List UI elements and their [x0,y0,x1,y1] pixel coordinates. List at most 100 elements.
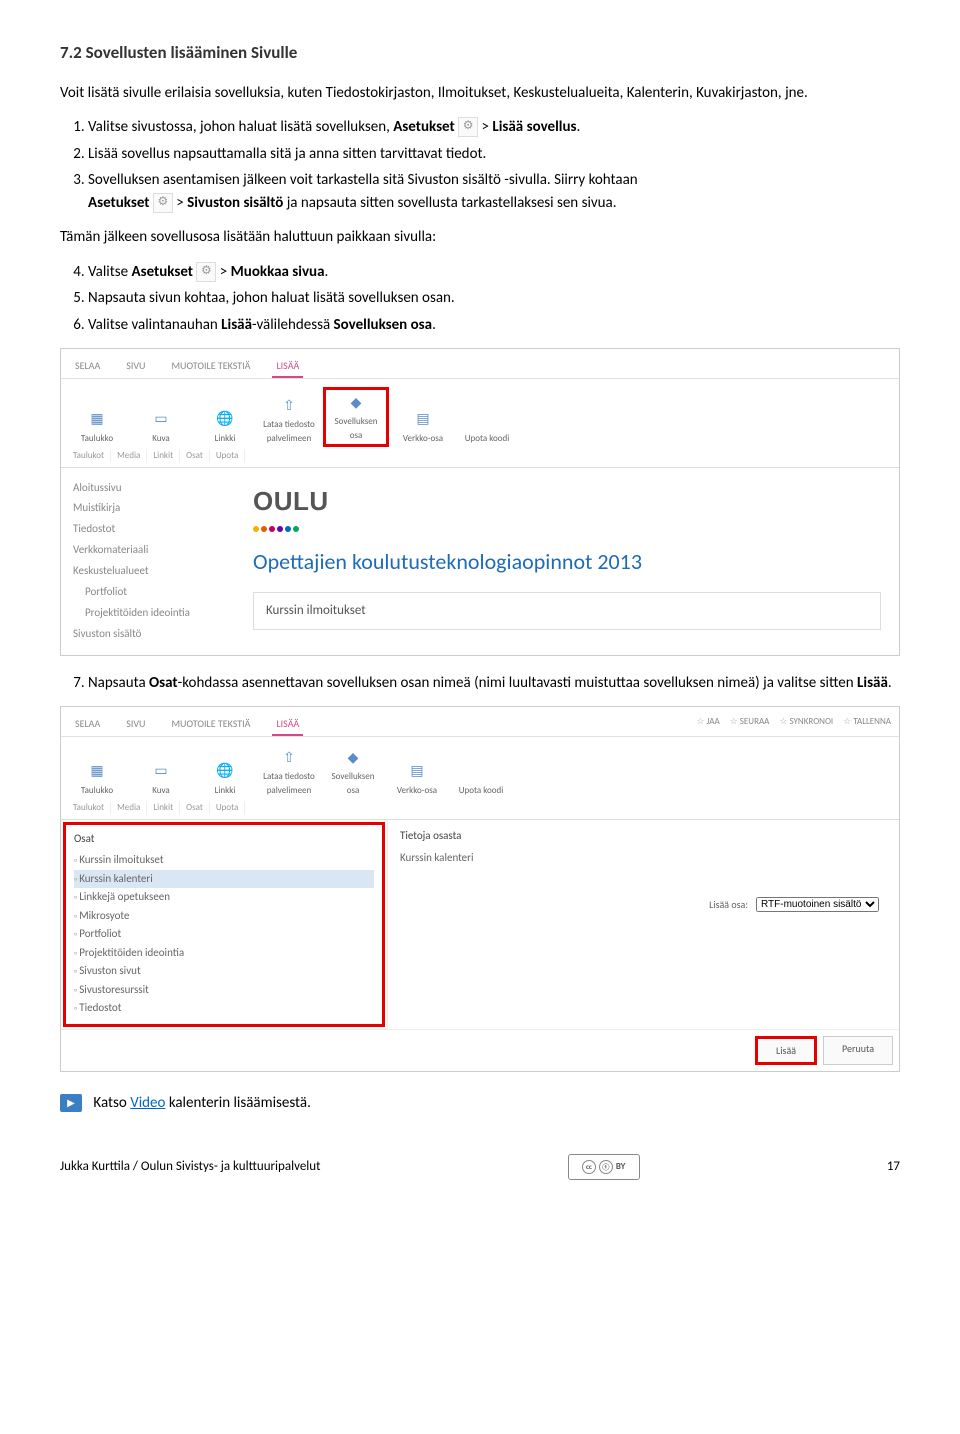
ribbon-tabs: SELAA SIVU MUOTOILE TEKSTIÄ LISÄÄ [61,707,313,736]
ribbon-icon [477,409,497,429]
ribbon-upota-koodi[interactable]: Upota koodi [457,407,517,448]
top-actions: JAA SEURAA SYNKRONOI TALLENNA [688,711,899,733]
part-item[interactable]: Projektitöiden ideointia [74,944,374,963]
part-info-panel: Tietoja osasta Kurssin kalenteri Lisää o… [387,820,899,1029]
nav-item[interactable]: Portfoliot [73,582,223,603]
ribbon-linkki[interactable]: 🌐Linkki [195,407,255,448]
part-item[interactable]: Mikrosyote [74,907,374,926]
parts-header: Osat [74,831,374,848]
step-3: Sovelluksen asentamisen jälkeen voit tar… [88,169,900,214]
nav-item[interactable]: Projektitöiden ideointia [73,603,223,624]
ribbon-icon: ▤ [407,761,427,781]
ribbon-taulukko[interactable]: ▦Taulukko [67,759,127,800]
ribbon-group: Linkit [147,801,180,815]
top-action[interactable]: SEURAA [730,715,770,729]
part-item[interactable]: Linkkejä opetukseen [74,888,374,907]
tab-insert[interactable]: LISÄÄ [272,713,303,736]
step-5: Napsauta sivun kohtaa, johon haluat lisä… [88,287,900,310]
page-title: Opettajien koulutusteknologiaopinnot 201… [253,545,881,578]
screenshot-parts-panel: SELAA SIVU MUOTOILE TEKSTIÄ LISÄÄ JAA SEU… [60,706,900,1072]
ribbon-verkko-osa[interactable]: ▤Verkko-osa [393,407,453,448]
announcements-card: Kurssin ilmoitukset [253,592,881,630]
intro-text: Voit lisätä sivulle erilaisia sovelluksi… [60,82,900,105]
ribbon-icon: ◆ [346,392,366,412]
nav-item[interactable]: Aloitussivu [73,478,223,499]
ribbon-lataa-tiedosto-palvelimeen[interactable]: ⇧Lataa tiedosto palvelimeen [259,393,319,447]
ribbon-icon: ▦ [87,409,107,429]
top-action[interactable]: JAA [696,715,719,729]
gear-icon [196,262,216,282]
part-item[interactable]: Kurssin ilmoitukset [74,851,374,870]
ribbon-lataa-tiedosto-palvelimeen[interactable]: ⇧Lataa tiedosto palvelimeen [259,745,319,799]
top-action[interactable]: TALLENNA [843,715,891,729]
nav-item[interactable]: Muistikirja [73,498,223,519]
ribbon-verkko-osa[interactable]: ▤Verkko-osa [387,759,447,800]
section-heading: 7.2 Sovellusten lisääminen Sivulle [60,40,900,66]
gear-icon [153,193,173,213]
logo-dots [253,521,881,538]
ribbon-icon: 🌐 [215,761,235,781]
ribbon-group: Taulukot [67,449,111,463]
nav-item[interactable]: Verkkomateriaali [73,540,223,561]
ribbon-group: Taulukot [67,801,111,815]
nav-item[interactable]: Tiedostot [73,519,223,540]
page-footer: Jukka Kurttila / Oulun Sivistys- ja kult… [60,1154,900,1180]
step-6: Valitse valintanauhan Lisää-välilehdessä… [88,314,900,337]
ribbon-group: Media [111,801,147,815]
cc-by-badge: cc①BY [568,1154,640,1180]
ribbon-icon: ◆ [343,747,363,767]
step-1: Valitse sivustossa, johon haluat lisätä … [88,116,900,139]
add-button[interactable]: Lisää [755,1036,817,1065]
ribbon-groups: TaulukotMediaLinkitOsatUpota [61,449,899,467]
side-nav: AloitussivuMuistikirjaTiedostotVerkkomat… [61,468,235,655]
nav-item[interactable]: Keskustelualueet [73,561,223,582]
cancel-button[interactable]: Peruuta [823,1036,893,1065]
ribbon-kuva[interactable]: ▭Kuva [131,407,191,448]
top-action[interactable]: SYNKRONOI [779,715,833,729]
parts-panel: Osat Kurssin ilmoituksetKurssin kalenter… [63,822,385,1027]
ribbon-icon: ▭ [151,761,171,781]
video-line: Katso Video kalenterin lisäämisestä. [60,1092,900,1115]
step-7: Napsauta Osat-kohdassa asennettavan sove… [88,672,900,695]
ribbon-icon: ▭ [151,409,171,429]
tab-insert[interactable]: LISÄÄ [272,355,303,378]
ribbon-sovelluksen-osa[interactable]: ◆Sovelluksen osa [323,387,389,447]
part-item[interactable]: Sivustoresurssit [74,981,374,1000]
step-4: Valitse Asetukset > Muokkaa sivua. [88,261,900,284]
info-header: Tietoja osasta [400,828,887,845]
ribbon-icon: ⇧ [279,395,299,415]
nav-item[interactable]: Sivuston sisältö [73,624,223,645]
mid-text: Tämän jälkeen sovellusosa lisätään halut… [60,226,900,249]
steps-list-3: Napsauta Osat-kohdassa asennettavan sove… [60,672,900,695]
ribbon-kuva[interactable]: ▭Kuva [131,759,191,800]
steps-list-1: Valitse sivustossa, johon haluat lisätä … [60,116,900,214]
ribbon-upota-koodi[interactable]: Upota koodi [451,759,511,800]
ribbon-group: Osat [180,449,210,463]
ribbon-group: Linkit [147,449,180,463]
part-item[interactable]: Kurssin kalenteri [74,870,374,889]
tab-format[interactable]: MUOTOILE TEKSTIÄ [167,355,254,378]
ribbon-icon: ⇧ [279,747,299,767]
screenshot-ribbon-insert: SELAA SIVU MUOTOILE TEKSTIÄ LISÄÄ ▦Taulu… [60,348,900,656]
info-name: Kurssin kalenteri [400,850,887,867]
footer-author: Jukka Kurttila / Oulun Sivistys- ja kult… [60,1157,320,1177]
tab-format[interactable]: MUOTOILE TEKSTIÄ [167,713,254,736]
ribbon-linkki[interactable]: 🌐Linkki [195,759,255,800]
ribbon-sovelluksen-osa[interactable]: ◆Sovelluksen osa [323,745,383,799]
tab-browse[interactable]: SELAA [71,713,104,736]
ribbon-taulukko[interactable]: ▦Taulukko [67,407,127,448]
ribbon-group: Osat [180,801,210,815]
add-select[interactable]: RTF-muotoinen sisältö [756,897,879,912]
ribbon-icon: ▦ [87,761,107,781]
part-item[interactable]: Tiedostot [74,999,374,1018]
footer-page: 17 [887,1157,900,1177]
ribbon-icon: ▤ [413,409,433,429]
tab-page[interactable]: SIVU [122,355,149,378]
part-item[interactable]: Sivuston sivut [74,962,374,981]
tab-page[interactable]: SIVU [122,713,149,736]
video-link[interactable]: Video [130,1094,165,1112]
part-item[interactable]: Portfoliot [74,925,374,944]
gear-icon [458,117,478,137]
ribbon-group: Media [111,449,147,463]
tab-browse[interactable]: SELAA [71,355,104,378]
